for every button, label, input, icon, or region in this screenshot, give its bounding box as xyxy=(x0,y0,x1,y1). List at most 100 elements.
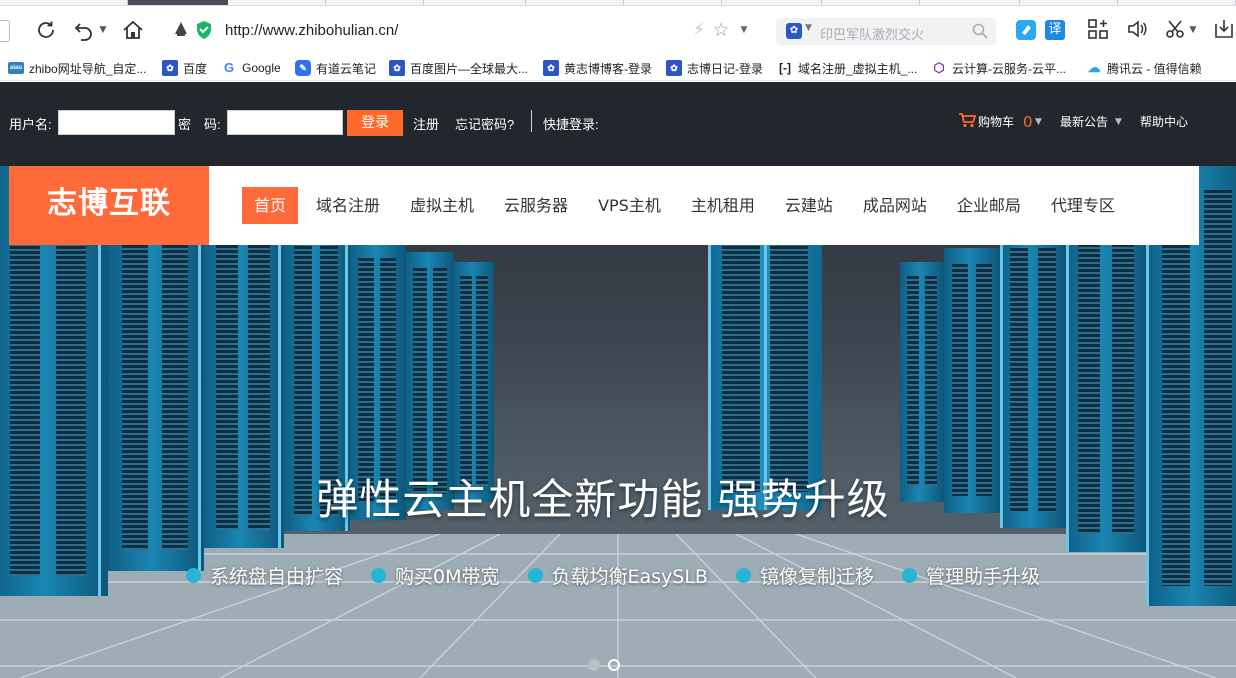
scissors-dropdown-icon[interactable]: ▼ xyxy=(1188,18,1198,42)
baidu-paw-icon[interactable]: ✿ xyxy=(786,23,802,39)
divider xyxy=(531,110,532,132)
carousel-dot-active[interactable] xyxy=(608,659,620,671)
back-icon[interactable] xyxy=(72,18,98,42)
eraser-tool-icon[interactable] xyxy=(1016,20,1036,40)
bookmark-item[interactable]: ✎ 有道云笔记 xyxy=(295,59,376,77)
home-icon[interactable] xyxy=(121,18,145,42)
browser-tab[interactable] xyxy=(624,0,722,5)
bookmark-item[interactable]: ✿ 志博日记-登录 xyxy=(666,59,763,77)
nav-item-cloud-site[interactable]: 云建站 xyxy=(773,187,845,224)
favorite-star-icon[interactable]: ☆ xyxy=(711,18,731,42)
username-input[interactable] xyxy=(58,110,175,135)
hero-title: 弹性云主机全新功能 强势升级 xyxy=(316,475,890,524)
bullet-dot-icon xyxy=(186,567,201,583)
bookmark-label: 云计算-云服务-云平... xyxy=(952,61,1066,76)
refresh-icon[interactable] xyxy=(34,18,58,42)
feature-label: 系统盘自由扩容 xyxy=(210,565,344,588)
nav-item-mail[interactable]: 企业邮局 xyxy=(945,187,1033,224)
cart-icon[interactable] xyxy=(958,112,977,131)
bullet-dot-icon xyxy=(902,567,917,583)
browser-tab[interactable] xyxy=(326,0,424,5)
baidu-paw-icon: ✿ xyxy=(389,60,405,76)
browser-tab[interactable] xyxy=(0,0,128,5)
feature-label: 管理助手升级 xyxy=(926,565,1041,588)
zhibo-icon: aiau xyxy=(8,62,24,74)
site-logo[interactable]: 志博互联 xyxy=(9,166,209,245)
browser-tab[interactable] xyxy=(424,0,526,5)
bookmark-label: 腾讯云 - 值得信赖 xyxy=(1107,61,1202,76)
nav-item-home[interactable]: 首页 xyxy=(242,187,299,224)
carousel-dot[interactable] xyxy=(588,659,600,671)
browser-tab[interactable] xyxy=(722,0,822,5)
password-input[interactable] xyxy=(227,110,343,135)
favorites-dropdown-icon[interactable]: ▼ xyxy=(738,18,750,42)
cart-link[interactable]: 购物车 xyxy=(978,113,1014,130)
nav-item-agent[interactable]: 代理专区 xyxy=(1039,187,1127,224)
sidebar-toggle-icon[interactable] xyxy=(0,20,10,42)
nav-menu: 首页 域名注册 虚拟主机 云服务器 VPS主机 主机租用 云建站 成品网站 企业… xyxy=(242,187,1133,224)
engine-dropdown-icon[interactable]: ▼ xyxy=(805,23,812,33)
nav-item-cloud-server[interactable]: 云服务器 xyxy=(492,187,580,224)
youdao-note-icon: ✎ xyxy=(295,60,311,76)
feature-item: 购买0M带宽 xyxy=(371,562,500,588)
google-icon: G xyxy=(221,60,237,76)
security-shield-icon[interactable] xyxy=(172,18,190,42)
translate-icon[interactable]: 译 xyxy=(1045,20,1065,40)
bookmark-item[interactable]: ☁ 腾讯云 - 值得信赖 xyxy=(1086,59,1202,77)
username-label: 用户名: xyxy=(9,117,52,132)
history-dropdown-icon[interactable]: ▼ xyxy=(98,18,108,42)
bookmark-label: 百度 xyxy=(183,61,208,76)
browser-tab[interactable] xyxy=(822,0,920,5)
main-nav: 志博互联 首页 域名注册 虚拟主机 云服务器 VPS主机 主机租用 云建站 成品… xyxy=(9,166,1199,245)
announcements-link[interactable]: 最新公告 xyxy=(1060,113,1108,130)
feature-list: 系统盘自由扩容 购买0M带宽 负载均衡EasySLB 镜像复制迁移 管理助手升级 xyxy=(186,562,1068,588)
bookmark-label: 域名注册_虚拟主机_... xyxy=(798,61,918,76)
bookmark-item[interactable]: ✿ 黄志博博客-登录 xyxy=(543,59,652,77)
apps-grid-icon[interactable] xyxy=(1087,18,1109,42)
nav-item-host-rental[interactable]: 主机租用 xyxy=(679,187,767,224)
nav-item-vps[interactable]: VPS主机 xyxy=(586,187,673,224)
nav-item-virtual-host[interactable]: 虚拟主机 xyxy=(398,187,486,224)
lightning-icon[interactable]: ⚡ xyxy=(690,18,708,42)
bookmark-label: 黄志博博客-登录 xyxy=(564,61,652,76)
feature-item: 管理助手升级 xyxy=(902,562,1040,588)
baidu-paw-icon: ✿ xyxy=(543,60,559,76)
bookmark-item[interactable]: G Google xyxy=(221,59,281,77)
feature-item: 负载均衡EasySLB xyxy=(527,562,708,588)
scissors-icon[interactable] xyxy=(1164,18,1186,42)
bookmark-item[interactable]: [-] 域名注册_虚拟主机_... xyxy=(777,59,917,77)
search-box[interactable]: ✿ ▼ 印巴军队激烈交火 xyxy=(776,18,996,45)
bookmark-label: 有道云笔记 xyxy=(316,61,377,76)
help-center-link[interactable]: 帮助中心 xyxy=(1140,113,1188,130)
register-link[interactable]: 注册 xyxy=(413,114,439,133)
bookmark-item[interactable]: aiau zhibo网址导航_自定... xyxy=(8,59,146,77)
browser-tab[interactable] xyxy=(1020,0,1118,5)
speaker-icon[interactable] xyxy=(1126,18,1148,42)
address-bar[interactable]: http://www.zhibohulian.cn/ xyxy=(225,22,398,39)
login-button[interactable]: 登录 xyxy=(347,110,403,136)
browser-tab[interactable] xyxy=(526,0,624,5)
bracket-logo-icon: [-] xyxy=(777,60,793,76)
browser-tab[interactable] xyxy=(228,0,326,5)
browser-tab[interactable] xyxy=(920,0,1020,5)
feature-label: 购买0M带宽 xyxy=(395,565,500,588)
bookmark-item[interactable]: ✿ 百度 xyxy=(162,59,207,77)
nav-item-domain[interactable]: 域名注册 xyxy=(304,187,392,224)
bullet-dot-icon xyxy=(371,567,387,583)
cart-dropdown-icon[interactable]: ▼ xyxy=(1035,117,1042,127)
announcements-dropdown-icon[interactable]: ▼ xyxy=(1115,117,1122,127)
bookmark-item[interactable]: ⬡ 云计算-云服务-云平... xyxy=(931,59,1066,77)
carousel-dots xyxy=(588,659,628,671)
bookmarks-bar: aiau zhibo网址导航_自定... ✿ 百度 G Google ✎ 有道云笔记 ✿… xyxy=(0,53,1236,81)
search-icon[interactable] xyxy=(972,23,988,43)
bookmark-item[interactable]: ✿ 百度图片—全球最大... xyxy=(389,59,528,77)
nav-item-ready-site[interactable]: 成品网站 xyxy=(851,187,939,224)
browser-tab[interactable] xyxy=(1118,0,1236,5)
bookmark-label: zhibo网址导航_自定... xyxy=(29,61,147,76)
search-input[interactable]: 印巴军队激烈交火 xyxy=(820,24,924,43)
browser-tab-active[interactable] xyxy=(128,0,228,5)
forgot-password-link[interactable]: 忘记密码? xyxy=(455,114,514,133)
baidu-paw-icon: ✿ xyxy=(666,60,682,76)
download-icon[interactable] xyxy=(1213,18,1235,42)
password-label: 密 码: xyxy=(178,117,221,132)
